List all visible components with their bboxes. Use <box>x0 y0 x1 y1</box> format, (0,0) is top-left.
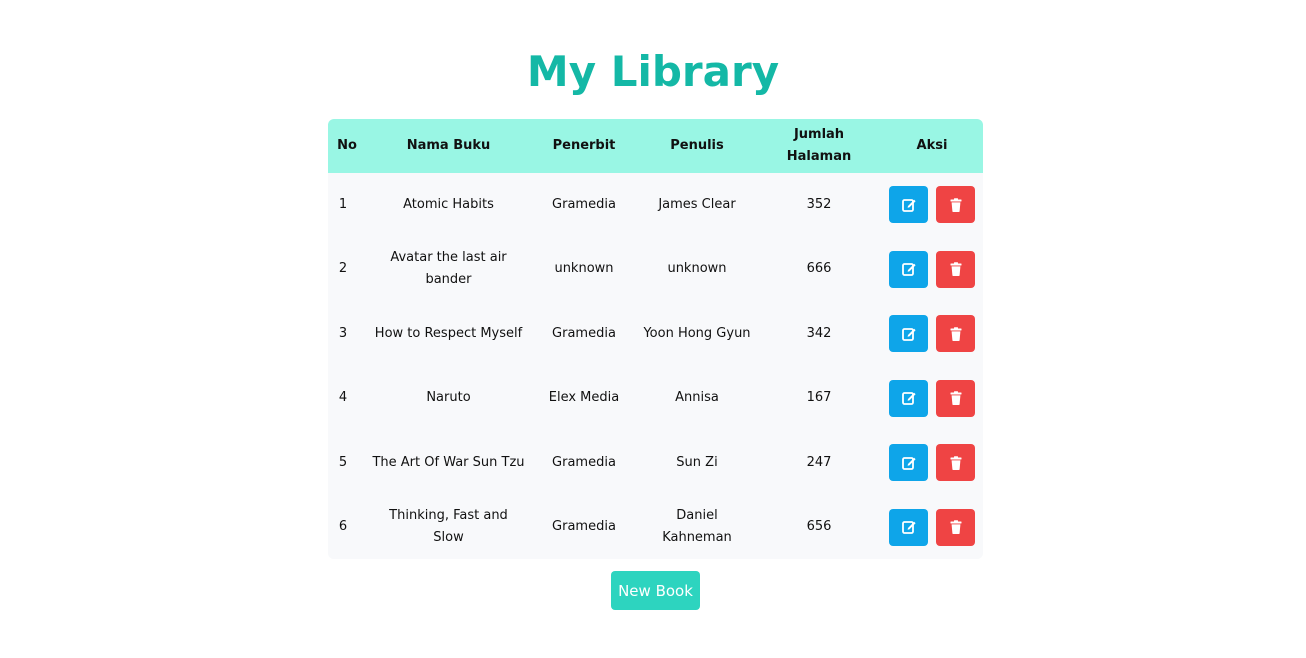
books-table: No Nama Buku Penerbit Penulis Jumlah Hal… <box>328 119 983 559</box>
row-actions <box>887 379 977 417</box>
cell-jumlah-halaman: 247 <box>757 431 881 494</box>
cell-nama-buku: Avatar the last air bander <box>366 236 531 302</box>
cell-penulis: James Clear <box>637 173 757 236</box>
cell-no: 6 <box>328 494 366 559</box>
table-row: 5 The Art Of War Sun Tzu Gramedia Sun Zi… <box>328 431 983 494</box>
table-row: 1 Atomic Habits Gramedia James Clear 352 <box>328 173 983 236</box>
trash-icon <box>948 261 964 277</box>
trash-icon <box>948 197 964 213</box>
cell-aksi <box>881 365 983 431</box>
cell-nama-buku: The Art Of War Sun Tzu <box>366 431 531 494</box>
cell-nama-buku: Naruto <box>366 365 531 431</box>
new-book-button[interactable]: New Book <box>611 571 700 610</box>
edit-button[interactable] <box>889 250 928 288</box>
cell-penerbit: Gramedia <box>531 431 637 494</box>
cell-penulis: Yoon Hong Gyun <box>637 302 757 365</box>
cell-nama-buku: How to Respect Myself <box>366 302 531 365</box>
header-nama-buku: Nama Buku <box>366 119 531 173</box>
delete-button[interactable] <box>936 315 975 352</box>
edit-icon <box>901 519 917 535</box>
cell-penerbit: unknown <box>531 236 637 302</box>
trash-icon <box>948 519 964 535</box>
row-actions <box>887 186 977 223</box>
cell-penerbit: Elex Media <box>531 365 637 431</box>
edit-icon <box>901 197 917 213</box>
cell-aksi <box>881 431 983 494</box>
trash-icon <box>948 455 964 471</box>
edit-icon <box>901 390 917 406</box>
cell-jumlah-halaman: 352 <box>757 173 881 236</box>
delete-button[interactable] <box>936 250 975 288</box>
cell-aksi <box>881 494 983 559</box>
cell-penerbit: Gramedia <box>531 302 637 365</box>
header-penulis: Penulis <box>637 119 757 173</box>
books-table-container: No Nama Buku Penerbit Penulis Jumlah Hal… <box>328 119 983 559</box>
table-row: 3 How to Respect Myself Gramedia Yoon Ho… <box>328 302 983 365</box>
table-row: 6 Thinking, Fast and Slow Gramedia Danie… <box>328 494 983 559</box>
header-aksi: Aksi <box>881 119 983 173</box>
edit-icon <box>901 455 917 471</box>
delete-button[interactable] <box>936 186 975 223</box>
cell-nama-buku: Thinking, Fast and Slow <box>366 494 531 559</box>
cell-aksi <box>881 302 983 365</box>
cell-penulis: Daniel Kahneman <box>637 494 757 559</box>
edit-icon <box>901 326 917 342</box>
cell-jumlah-halaman: 167 <box>757 365 881 431</box>
trash-icon <box>948 390 964 406</box>
edit-button[interactable] <box>889 186 928 223</box>
edit-button[interactable] <box>889 379 928 417</box>
header-jumlah-halaman: Jumlah Halaman <box>757 119 881 173</box>
delete-button[interactable] <box>936 379 975 417</box>
edit-button[interactable] <box>889 444 928 481</box>
cell-penulis: Annisa <box>637 365 757 431</box>
cell-jumlah-halaman: 342 <box>757 302 881 365</box>
edit-button[interactable] <box>889 315 928 352</box>
row-actions <box>887 315 977 352</box>
cell-no: 5 <box>328 431 366 494</box>
cell-no: 3 <box>328 302 366 365</box>
trash-icon <box>948 326 964 342</box>
cell-nama-buku: Atomic Habits <box>366 173 531 236</box>
cell-penulis: unknown <box>637 236 757 302</box>
edit-icon <box>901 261 917 277</box>
cell-no: 2 <box>328 236 366 302</box>
row-actions <box>887 444 977 481</box>
cell-aksi <box>881 173 983 236</box>
library-page: My Library No Nama Buku Penerbit Penulis… <box>0 0 1306 658</box>
row-actions <box>887 508 977 546</box>
delete-button[interactable] <box>936 508 975 546</box>
cell-jumlah-halaman: 656 <box>757 494 881 559</box>
edit-button[interactable] <box>889 508 928 546</box>
table-row: 4 Naruto Elex Media Annisa 167 <box>328 365 983 431</box>
cell-penulis: Sun Zi <box>637 431 757 494</box>
cell-penerbit: Gramedia <box>531 173 637 236</box>
header-penerbit: Penerbit <box>531 119 637 173</box>
cell-aksi <box>881 236 983 302</box>
header-no: No <box>328 119 366 173</box>
table-header-row: No Nama Buku Penerbit Penulis Jumlah Hal… <box>328 119 983 173</box>
row-actions <box>887 250 977 288</box>
cell-no: 4 <box>328 365 366 431</box>
cell-jumlah-halaman: 666 <box>757 236 881 302</box>
delete-button[interactable] <box>936 444 975 481</box>
cell-penerbit: Gramedia <box>531 494 637 559</box>
cell-no: 1 <box>328 173 366 236</box>
table-row: 2 Avatar the last air bander unknown unk… <box>328 236 983 302</box>
page-title: My Library <box>526 47 780 96</box>
